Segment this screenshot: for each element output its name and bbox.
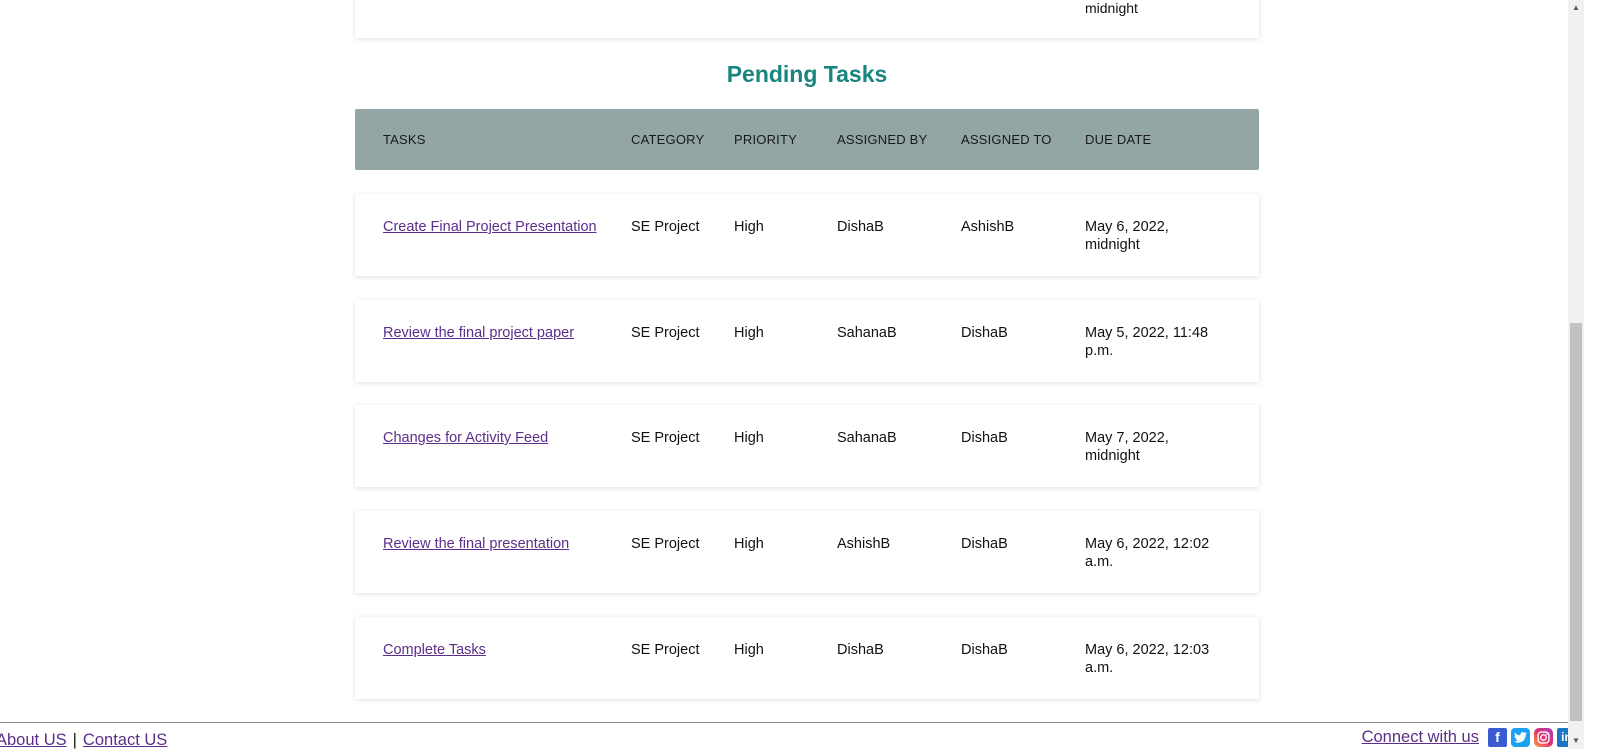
footer-social: Connect with us f in — [1362, 725, 1576, 749]
task-row: Review the final project paper SE Projec… — [355, 300, 1259, 382]
header-tasks: TASKS — [383, 132, 426, 147]
task-priority: High — [734, 642, 764, 658]
task-priority: High — [734, 536, 764, 552]
task-category: SE Project — [631, 325, 700, 341]
task-category: SE Project — [631, 536, 700, 552]
facebook-icon[interactable]: f — [1488, 727, 1507, 747]
task-row: Review the final presentation SE Project… — [355, 511, 1259, 593]
scroll-down-arrow-icon[interactable]: ▼ — [1568, 733, 1584, 749]
task-link[interactable]: Review the final presentation — [383, 536, 569, 552]
section-title: Pending Tasks — [726, 61, 888, 87]
task-row: Changes for Activity Feed SE Project Hig… — [355, 405, 1259, 487]
contact-us-link[interactable]: Contact US — [83, 731, 167, 749]
table-header: TASKS CATEGORY PRIORITY ASSIGNED BY ASSI… — [355, 109, 1259, 170]
footer-separator: | — [72, 731, 77, 749]
vertical-scrollbar[interactable]: ▲ ▼ — [1568, 0, 1584, 749]
task-assigned-by: DishaB — [837, 642, 884, 658]
footer-divider — [0, 722, 1584, 723]
task-priority: High — [734, 430, 764, 446]
task-category: SE Project — [631, 219, 700, 235]
task-due-date: May 6, 2022, midnight — [1085, 219, 1169, 253]
task-priority: High — [734, 219, 764, 235]
task-row: Create Final Project Presentation SE Pro… — [355, 194, 1259, 276]
header-category: CATEGORY — [631, 132, 705, 147]
about-us-link[interactable]: About US — [0, 731, 67, 749]
header-priority: PRIORITY — [734, 132, 797, 147]
task-link[interactable]: Changes for Activity Feed — [383, 430, 548, 446]
task-link[interactable]: Create Final Project Presentation — [383, 219, 597, 235]
task-due-date: May 6, 2022, 12:02 a.m. — [1085, 536, 1210, 570]
header-due-date: DUE DATE — [1085, 132, 1152, 147]
task-assigned-by: SahanaB — [837, 325, 897, 341]
previous-task-card: midnight — [355, 0, 1259, 38]
connect-with-us-link[interactable]: Connect with us — [1362, 728, 1479, 747]
task-assigned-to: DishaB — [961, 536, 1008, 552]
task-category: SE Project — [631, 430, 700, 446]
task-assigned-by: AshishB — [837, 536, 891, 552]
task-due-date: May 6, 2022, 12:03 a.m. — [1085, 642, 1210, 676]
task-priority: High — [734, 325, 764, 341]
header-assigned-by: ASSIGNED BY — [837, 132, 928, 147]
task-due-date: May 7, 2022, midnight — [1085, 430, 1169, 464]
task-category: SE Project — [631, 642, 700, 658]
task-due-date: May 5, 2022, 11:48 p.m. — [1085, 325, 1209, 359]
task-assigned-to: DishaB — [961, 642, 1008, 658]
scroll-up-arrow-icon[interactable]: ▲ — [1568, 0, 1584, 16]
task-assigned-to: DishaB — [961, 430, 1008, 446]
instagram-icon[interactable] — [1534, 727, 1553, 747]
twitter-icon[interactable] — [1511, 727, 1530, 747]
task-row: Complete Tasks SE Project High DishaB Di… — [355, 617, 1259, 699]
task-assigned-to: AshishB — [961, 219, 1015, 235]
scrollbar-thumb[interactable] — [1570, 323, 1582, 721]
previous-task-due-date: midnight — [1085, 0, 1138, 16]
task-assigned-by: SahanaB — [837, 430, 897, 446]
page: midnight Pending Tasks TASKS CATEGORY PR… — [0, 0, 1584, 749]
task-link[interactable]: Complete Tasks — [383, 642, 486, 658]
footer-links: About US | Contact US — [0, 730, 167, 749]
task-assigned-to: DishaB — [961, 325, 1008, 341]
task-assigned-by: DishaB — [837, 219, 884, 235]
header-assigned-to: ASSIGNED TO — [961, 132, 1052, 147]
task-link[interactable]: Review the final project paper — [383, 325, 574, 341]
